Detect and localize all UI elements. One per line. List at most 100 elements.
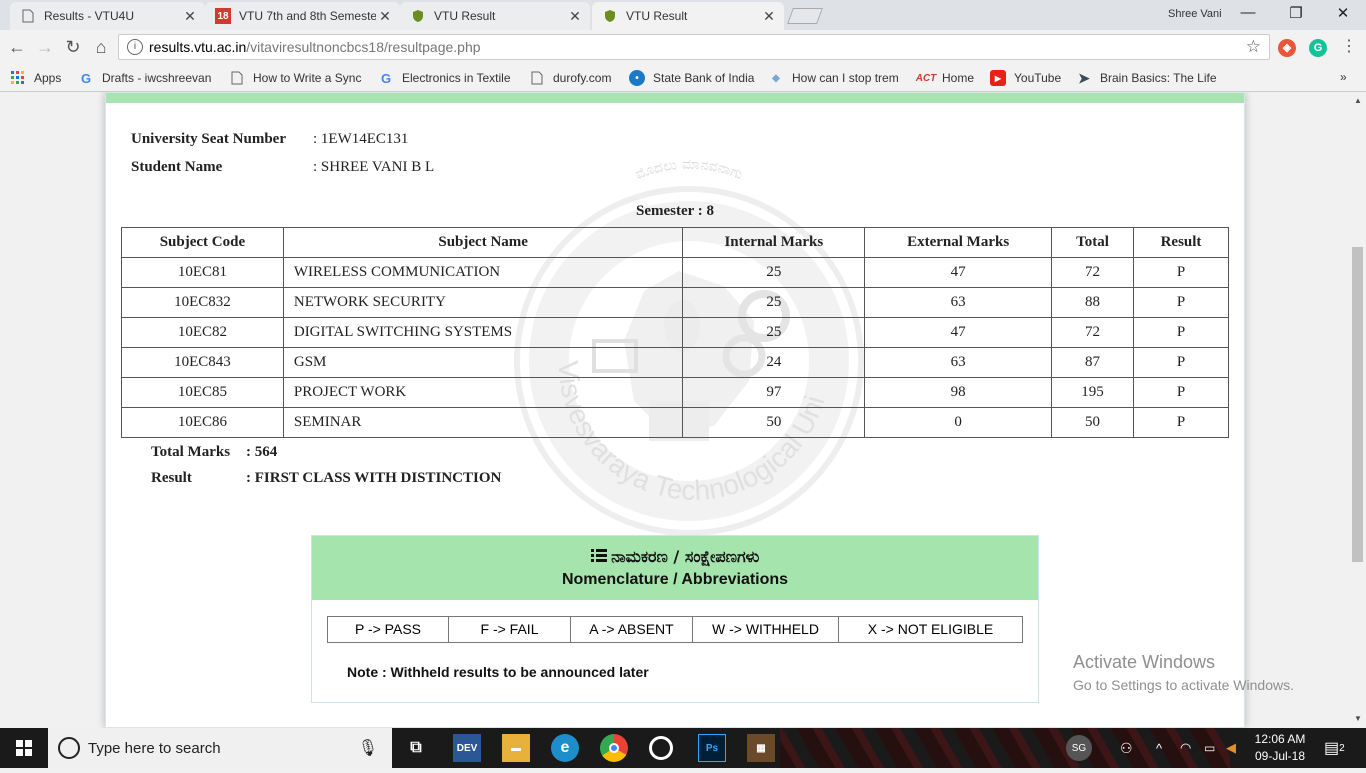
microphone-icon[interactable]: 🎙 (358, 738, 378, 758)
shield-extension-icon[interactable]: ◈ (1278, 39, 1296, 57)
menu-dots-icon[interactable]: ⋮ (1338, 36, 1360, 58)
task-view-icon[interactable]: ⧉ (402, 734, 430, 762)
tab-results-vtu4u[interactable]: Results - VTU4U ✕ (10, 2, 205, 30)
bookmark-electronics[interactable]: G Electronics in Textile (378, 70, 511, 86)
vertical-scrollbar[interactable]: ▲ ▼ (1350, 92, 1366, 728)
final-result-value: : FIRST CLASS WITH DISTINCTION (246, 470, 502, 486)
info-icon[interactable]: i (127, 39, 143, 55)
address-bar[interactable]: i results.vtu.ac.in/vitaviresultnoncbcs1… (118, 34, 1270, 60)
bookmark-label: YouTube (1014, 71, 1062, 85)
total-marks-label: Total Marks (151, 444, 231, 460)
tab-vtu-7th-8th[interactable]: 18 VTU 7th and 8th Semeste ✕ (205, 2, 400, 30)
minimize-icon[interactable]: — (1236, 4, 1260, 21)
photoshop-icon[interactable]: Ps (698, 734, 726, 762)
cell-result: P (1133, 287, 1229, 318)
abbreviation-legend: P -> PASS F -> FAIL A -> ABSENT W -> WIT… (327, 616, 1023, 643)
dev-cpp-icon[interactable]: DEV (453, 734, 481, 762)
volume-icon[interactable]: ◀ (1226, 728, 1236, 768)
nomenclature-header: ನಾಮಕರಣ / ಸಂಕ್ಷೇಪಣಗಳು Nomenclature / Abbr… (312, 536, 1038, 600)
nomenclature-title-english: Nomenclature / Abbreviations (561, 571, 789, 588)
back-arrow-icon[interactable]: ← (6, 36, 28, 58)
notification-center-icon[interactable]: ▤ 2 (1324, 728, 1345, 768)
tab-title: Results - VTU4U (44, 9, 135, 23)
bookmark-home[interactable]: ACT Home (915, 70, 974, 86)
tab-vtu-result-1[interactable]: VTU Result ✕ (400, 2, 590, 30)
clock-time: 12:06 AM (1254, 732, 1306, 746)
close-icon[interactable]: ✕ (566, 8, 584, 25)
url-host: results.vtu.ac.in (149, 39, 247, 55)
semester-heading: Semester : 8 (635, 203, 715, 219)
file-explorer-icon[interactable]: ▬ (502, 734, 530, 762)
bookmark-label: Drafts - iwcshreevan (102, 71, 212, 85)
cell-external-marks: 63 (864, 287, 1053, 318)
header-external-marks: External Marks (864, 227, 1053, 258)
media-player-icon[interactable] (649, 736, 673, 760)
table-header-row: Subject Code Subject Name Internal Marks… (121, 227, 1229, 258)
tab-title: VTU Result (626, 9, 688, 23)
cell-subject-name: PROJECT WORK (282, 377, 684, 408)
student-name-value: : SHREE VANI B L (313, 159, 435, 175)
bookmark-star-icon[interactable]: ☆ (1246, 37, 1261, 57)
windows-start-button[interactable] (0, 728, 48, 768)
close-icon[interactable]: ✕ (376, 8, 394, 25)
profile-name[interactable]: Shree Vani (1168, 8, 1222, 20)
table-row: 10EC81 WIRELESS COMMUNICATION 25 47 72 P (121, 257, 1229, 288)
user-avatar[interactable]: SG (1066, 728, 1092, 768)
scrollbar-thumb[interactable] (1352, 247, 1363, 562)
cell-subject-name: GSM (282, 347, 684, 378)
game-app-icon[interactable]: ▦ (747, 734, 775, 762)
cell-internal-marks: 50 (682, 407, 866, 438)
forward-arrow-icon[interactable]: → (34, 36, 56, 58)
scroll-down-icon[interactable]: ▼ (1354, 714, 1362, 723)
system-clock[interactable]: 12:06 AM 09-Jul-18 (1250, 731, 1310, 765)
bookmark-apps[interactable]: Apps (10, 70, 61, 86)
close-icon[interactable]: ✕ (760, 8, 778, 25)
bookmark-durofy[interactable]: durofy.com (529, 70, 611, 86)
cell-subject-name: SEMINAR (282, 407, 684, 438)
shield-icon (410, 8, 426, 24)
cell-subject-name: NETWORK SECURITY (282, 287, 684, 318)
bookmark-sbi[interactable]: • State Bank of India (629, 70, 754, 86)
cell-subject-code: 10EC85 (121, 377, 284, 408)
close-window-icon[interactable]: ✕ (1331, 4, 1355, 22)
people-icon[interactable]: ⚇ (1120, 728, 1133, 768)
bookmark-brain-basics[interactable]: ➤ Brain Basics: The Life (1076, 70, 1216, 86)
bookmark-how-can-i-stop[interactable]: ◆ How can I stop trem (768, 70, 899, 86)
header-subject-code: Subject Code (121, 227, 284, 258)
tab-vtu-result-active[interactable]: VTU Result ✕ (592, 2, 784, 30)
battery-icon[interactable]: ▭ (1204, 728, 1215, 768)
cell-result: P (1133, 257, 1229, 288)
chrome-icon[interactable] (600, 734, 628, 762)
wifi-icon[interactable]: ◠ (1180, 728, 1191, 768)
edge-icon[interactable]: e (551, 734, 579, 762)
chevron-up-icon[interactable]: ^ (1156, 728, 1162, 768)
bookmark-overflow-button[interactable]: » (1340, 70, 1347, 84)
cell-result: P (1133, 317, 1229, 348)
new-tab-button[interactable] (787, 8, 823, 24)
final-result-label: Result (151, 470, 192, 486)
apps-grid-icon (10, 70, 26, 86)
close-icon[interactable]: ✕ (181, 8, 199, 25)
scroll-up-icon[interactable]: ▲ (1354, 96, 1362, 105)
taskbar-search-box[interactable]: Type here to search 🎙 (48, 728, 392, 768)
bookmark-youtube[interactable]: ▶ YouTube (990, 70, 1061, 86)
maximize-icon[interactable]: ❐ (1284, 4, 1308, 22)
bookmark-how-to-write[interactable]: How to Write a Sync (229, 70, 361, 86)
reload-icon[interactable]: ↻ (62, 36, 84, 58)
bookmark-label: How can I stop trem (792, 71, 899, 85)
act-icon: ACT (915, 72, 937, 84)
grammarly-icon[interactable]: G (1309, 39, 1327, 57)
cortana-icon (58, 737, 80, 759)
browser-toolbar: ← → ↻ ⌂ i results.vtu.ac.in/vitaviresult… (0, 30, 1366, 64)
home-icon[interactable]: ⌂ (90, 36, 112, 58)
activate-windows-title: Activate Windows (1073, 652, 1216, 672)
bookmark-label: State Bank of India (653, 71, 755, 85)
cell-internal-marks: 97 (682, 377, 866, 408)
header-subject-name: Subject Name (282, 227, 684, 258)
table-row: 10EC843 GSM 24 63 87 P (121, 347, 1229, 378)
bookmark-drafts[interactable]: G Drafts - iwcshreevan (78, 70, 211, 86)
google-icon: G (380, 70, 392, 86)
sbi-icon: • (629, 70, 645, 86)
header-total: Total (1051, 227, 1135, 258)
cell-result: P (1133, 377, 1229, 408)
